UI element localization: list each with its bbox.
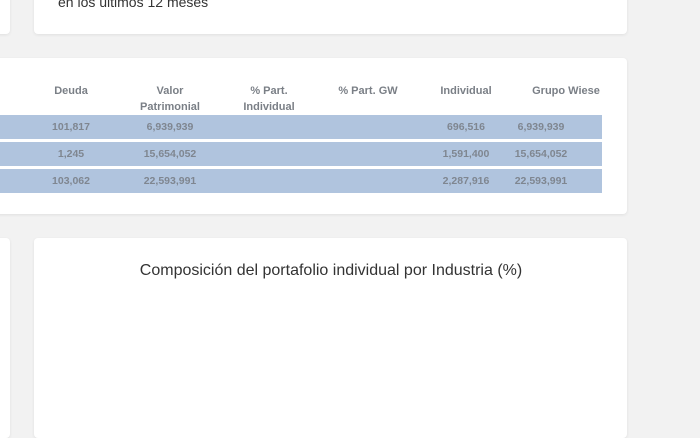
cell-valor-patrimonial: 15,654,052 — [143, 148, 197, 160]
header-part-gw: % Part. GW — [338, 85, 398, 97]
header-part-line2: Individual — [243, 101, 295, 113]
table-row: 1,245 15,654,052 1,591,400 15,654,052 — [0, 142, 602, 166]
header-valor-patrimonial: Valor Patrimonial — [130, 83, 210, 115]
cell-part-individual — [234, 142, 304, 166]
table-row: 101,817 6,939,939 696,516 6,939,939 — [0, 115, 602, 139]
header-part-individual: % Part. Individual — [234, 83, 304, 115]
cell-grupo-wiese: 22,593,991 — [514, 175, 568, 187]
cell-part-gw — [328, 115, 408, 139]
summary-card: en los últimos 12 meses — [34, 0, 627, 34]
cell-valor-patrimonial: 6,939,939 — [146, 121, 194, 133]
cell-grupo-wiese: 6,939,939 — [517, 121, 565, 133]
cell-grupo-wiese: 15,654,052 — [514, 148, 568, 160]
header-part-line1: % Part. — [250, 85, 288, 97]
industry-chart-card: Composición del portafolio individual po… — [34, 238, 627, 438]
top-left-card — [0, 0, 10, 34]
cell-valor-patrimonial: 22,593,991 — [143, 175, 197, 187]
header-valor-line1: Valor — [156, 85, 184, 97]
cell-individual: 2,287,916 — [442, 175, 490, 187]
cell-deuda: 1,245 — [57, 148, 85, 160]
header-individual: Individual — [440, 85, 492, 97]
cell-part-individual — [234, 115, 304, 139]
summary-note: en los últimos 12 meses — [58, 0, 209, 10]
header-deuda: Deuda — [54, 85, 88, 97]
cell-part-gw — [328, 169, 408, 193]
cell-individual: 696,516 — [447, 121, 485, 133]
bottom-left-card — [0, 238, 10, 438]
portfolio-table-card: Deuda Valor Patrimonial % Part. Individu… — [0, 58, 627, 214]
cell-part-individual — [234, 169, 304, 193]
header-valor-line2: Patrimonial — [140, 101, 200, 113]
cell-individual: 1,591,400 — [442, 148, 490, 160]
chart-title: Composición del portafolio individual po… — [139, 262, 523, 279]
cell-part-gw — [328, 142, 408, 166]
cell-deuda: 103,062 — [52, 175, 90, 187]
cell-deuda: 101,817 — [52, 121, 90, 133]
table-row: 103,062 22,593,991 2,287,916 22,593,991 — [0, 169, 602, 193]
header-grupo-wiese: Grupo Wiese — [532, 85, 600, 97]
